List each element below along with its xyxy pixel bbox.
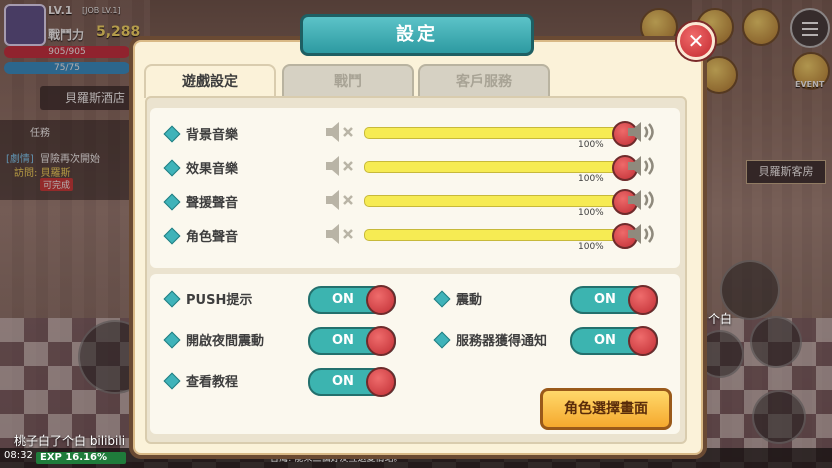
tab-game-settings[interactable]: 遊戲設定 [144,64,276,98]
speaker-volume-icon[interactable] [626,189,660,211]
tutorial-label: 查看教程 [186,375,239,390]
sfx-volume-label: 效果音樂 [186,162,239,177]
mute-speaker-icon[interactable] [324,121,354,142]
toggle-knob [366,285,396,315]
mute-speaker-icon[interactable] [324,223,354,244]
server-notification-label: 服務器獲得通知 [456,334,548,349]
night-vibration-toggle[interactable]: ON [308,326,396,356]
push-notification-label: PUSH提示 [186,293,253,308]
vibration-label: 震動 [456,293,483,308]
bgm-volume-label: 背景音樂 [186,128,239,143]
toggle-state: ON [594,292,616,307]
cheer-volume-slider[interactable] [364,195,626,207]
bgm-volume-slider[interactable] [364,127,626,139]
speaker-volume-icon[interactable] [626,155,660,177]
watermark-left: 桃子白了个白 bilibili [14,434,126,448]
toggle-state: ON [332,374,354,389]
volume-percent: 100% [578,140,604,150]
mute-speaker-icon[interactable] [324,189,354,210]
character-volume-slider[interactable] [364,229,626,241]
mute-speaker-icon[interactable] [324,155,354,176]
volume-percent: 100% [578,242,604,252]
clock: 08:32 [4,450,33,461]
character-volume-label: 角色聲音 [186,230,239,245]
sfx-volume-slider[interactable] [364,161,626,173]
night-vibration-label: 開啟夜間震動 [186,334,265,349]
toggle-state: ON [594,333,616,348]
toggle-knob [366,326,396,356]
character-select-button[interactable]: 角色選擇畫面 [540,388,672,430]
speaker-volume-icon[interactable] [626,121,660,143]
dialog-title: 設定 [300,14,534,56]
exp-text: EXP 16.16% [40,452,108,463]
tab-battle[interactable]: 戰鬥 [282,64,414,98]
close-icon: ✕ [687,29,705,53]
tutorial-toggle[interactable]: ON [308,367,396,397]
cheer-volume-label: 聲援聲音 [186,196,239,211]
push-notification-toggle[interactable]: ON [308,285,396,315]
toggle-knob [366,367,396,397]
speaker-volume-icon[interactable] [626,223,660,245]
close-button[interactable]: ✕ [677,22,715,60]
toggle-state: ON [332,292,354,307]
vibration-toggle[interactable]: ON [570,285,658,315]
volume-percent: 100% [578,174,604,184]
toggle-knob [628,326,658,356]
volume-percent: 100% [578,208,604,218]
server-notification-toggle[interactable]: ON [570,326,658,356]
tab-customer-service[interactable]: 客戶服務 [418,64,550,98]
toggle-state: ON [332,333,354,348]
toggle-knob [628,285,658,315]
